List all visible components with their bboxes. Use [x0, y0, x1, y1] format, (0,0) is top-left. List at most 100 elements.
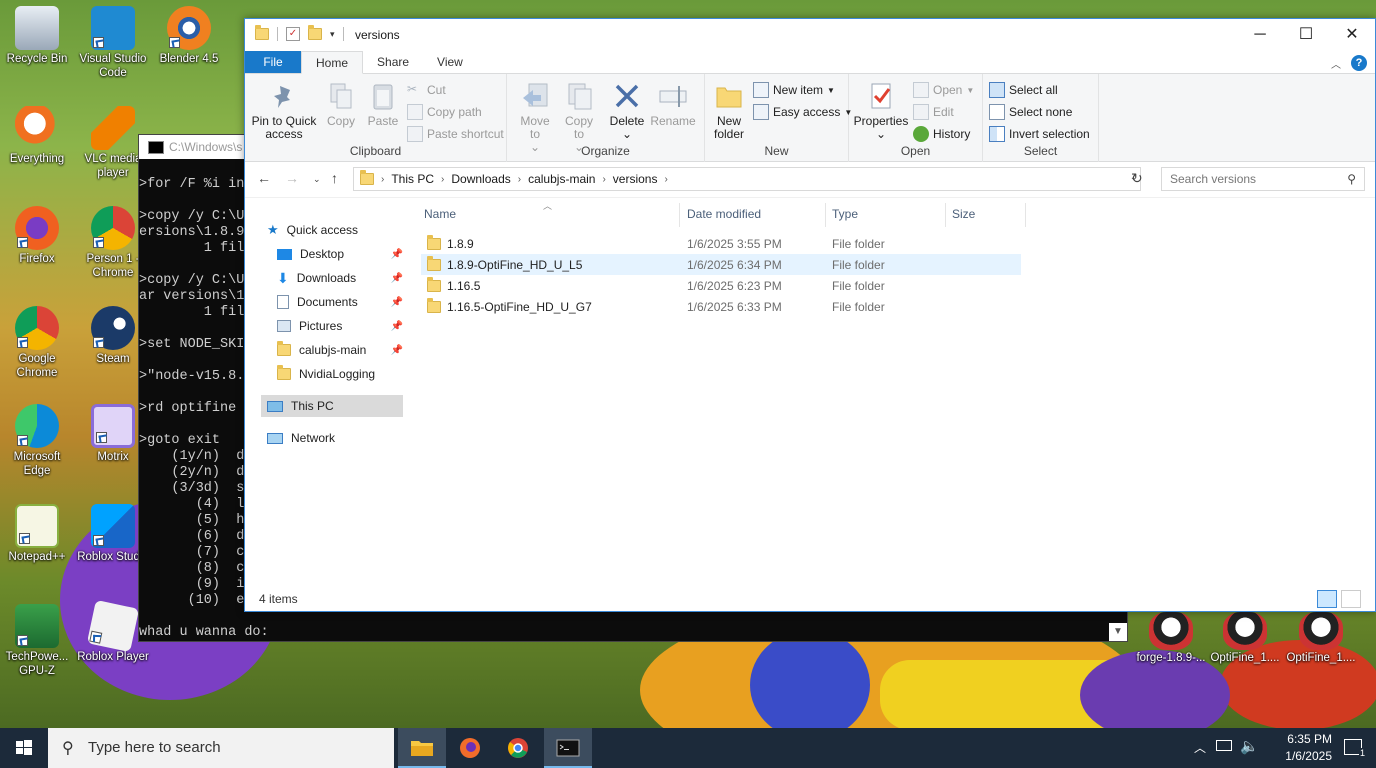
- nav-label: NvidiaLogging: [299, 367, 376, 381]
- table-row[interactable]: 1.8.9 1/6/2025 3:55 PM File folder: [421, 233, 1021, 254]
- copy-to-button[interactable]: Copy to ⌄: [559, 80, 599, 154]
- desktop-icon-firefox[interactable]: Firefox: [0, 206, 74, 266]
- recent-locations-icon[interactable]: ⌄: [313, 174, 321, 185]
- table-row[interactable]: 1.16.5 1/6/2025 6:23 PM File folder: [421, 275, 1021, 296]
- column-divider[interactable]: [679, 203, 680, 227]
- customize-qat-icon[interactable]: ▾: [330, 29, 335, 40]
- new-folder-qat-icon[interactable]: [308, 25, 322, 40]
- column-header-name[interactable]: Name: [424, 207, 456, 221]
- desktop-icon-forge-jar[interactable]: forge-1.8.9-...: [1134, 612, 1208, 664]
- minimize-button[interactable]: ─: [1237, 19, 1283, 51]
- tab-share[interactable]: Share: [363, 51, 423, 73]
- desktop-icon-blender[interactable]: Blender 4.5: [152, 6, 226, 66]
- nav-downloads[interactable]: ⬇ Downloads 📌: [277, 267, 403, 289]
- desktop-icon-chrome[interactable]: Google Chrome: [0, 306, 74, 380]
- refresh-icon[interactable]: ↻: [1131, 170, 1143, 187]
- move-to-button[interactable]: Move to ⌄: [515, 80, 555, 154]
- up-arrow-icon[interactable]: ↑: [331, 170, 338, 186]
- nav-quick-access[interactable]: ★ Quick access: [267, 219, 403, 241]
- taskbar-firefox[interactable]: [446, 728, 494, 768]
- nav-documents[interactable]: Documents 📌: [277, 291, 403, 313]
- table-row[interactable]: 1.16.5-OptiFine_HD_U_G7 1/6/2025 6:33 PM…: [421, 296, 1021, 317]
- properties-button[interactable]: Properties ⌄: [853, 80, 909, 141]
- column-divider[interactable]: [1025, 203, 1026, 227]
- easy-access-button[interactable]: Easy access ▼: [753, 104, 852, 120]
- history-button[interactable]: History: [913, 126, 970, 142]
- paste-shortcut-button[interactable]: Paste shortcut: [407, 126, 504, 142]
- details-view-icon[interactable]: [1317, 590, 1337, 608]
- maximize-button[interactable]: ☐: [1283, 19, 1329, 51]
- volume-muted-icon[interactable]: 🔈: [1240, 737, 1259, 755]
- desktop-icon-edge[interactable]: Microsoft Edge: [0, 404, 74, 478]
- nav-calubjs-main[interactable]: calubjs-main 📌: [277, 339, 403, 361]
- taskbar-search-box[interactable]: ⚲ Type here to search: [48, 728, 394, 768]
- taskbar-command-prompt[interactable]: [544, 728, 592, 768]
- search-input[interactable]: Search versions ⚲: [1161, 167, 1365, 191]
- desktop-icon-recycle-bin[interactable]: Recycle Bin: [0, 6, 74, 66]
- new-folder-button[interactable]: New folder: [709, 80, 749, 141]
- rename-button[interactable]: Rename: [649, 80, 697, 128]
- taskbar-chrome[interactable]: [494, 728, 542, 768]
- desktop-icon-gpuz[interactable]: TechPowe... GPU-Z: [0, 604, 74, 678]
- forward-arrow-icon[interactable]: →: [285, 170, 299, 186]
- open-button[interactable]: Open ▼: [913, 82, 974, 98]
- tab-view[interactable]: View: [423, 51, 477, 73]
- console-scroll-down-icon[interactable]: ▼: [1109, 623, 1127, 641]
- chevron-right-icon[interactable]: ›: [441, 174, 444, 185]
- nav-pictures[interactable]: Pictures 📌: [277, 315, 403, 337]
- toolbar-divider: [277, 27, 278, 41]
- tab-file[interactable]: File: [245, 51, 301, 73]
- breadcrumb-versions[interactable]: versions: [613, 172, 658, 186]
- start-button[interactable]: [0, 728, 48, 768]
- copy-button[interactable]: Copy: [321, 80, 361, 128]
- explorer-title-bar[interactable]: ✓ ▾ versions ─ ☐ ✕: [245, 19, 1375, 51]
- properties-qat-icon[interactable]: ✓: [286, 27, 300, 41]
- chevron-right-icon[interactable]: ›: [602, 174, 605, 185]
- file-explorer-window[interactable]: ✓ ▾ versions ─ ☐ ✕ File Home Share View …: [244, 18, 1376, 612]
- clock[interactable]: 6:35 PM 1/6/2025: [1262, 731, 1332, 765]
- table-row[interactable]: 1.8.9-OptiFine_HD_U_L5 1/6/2025 6:34 PM …: [421, 254, 1021, 275]
- desktop-icon-notepadpp[interactable]: Notepad++: [0, 504, 74, 564]
- nav-this-pc[interactable]: This PC: [261, 395, 403, 417]
- taskbar-file-explorer[interactable]: [398, 728, 446, 768]
- nav-network[interactable]: Network: [267, 427, 403, 449]
- edit-button[interactable]: Edit: [913, 104, 954, 120]
- ribbon-group-label: Clipboard: [349, 144, 402, 158]
- large-icons-view-icon[interactable]: [1341, 590, 1361, 608]
- delete-button[interactable]: Delete ⌄: [607, 80, 647, 141]
- help-icon[interactable]: ?: [1351, 55, 1367, 71]
- pin-to-quick-access-button[interactable]: Pin to Quick access: [251, 80, 317, 141]
- nav-desktop[interactable]: Desktop 📌: [277, 243, 403, 265]
- desktop-icon-vscode[interactable]: Visual Studio Code: [76, 6, 150, 80]
- paste-button[interactable]: Paste: [363, 80, 403, 128]
- desktop-icon-optifine-jar-1[interactable]: OptiFine_1....: [1208, 612, 1282, 664]
- nav-nvidialogging[interactable]: NvidiaLogging: [277, 363, 403, 385]
- desktop-icon-everything[interactable]: Everything: [0, 106, 74, 166]
- breadcrumb-calubjs-main[interactable]: calubjs-main: [528, 172, 595, 186]
- close-button[interactable]: ✕: [1329, 19, 1375, 51]
- copy-path-button[interactable]: Copy path: [407, 104, 482, 120]
- breadcrumb-downloads[interactable]: Downloads: [451, 172, 510, 186]
- collapse-ribbon-icon[interactable]: ︿: [1331, 56, 1341, 71]
- chevron-right-icon[interactable]: ›: [664, 174, 667, 185]
- select-none-button[interactable]: Select none: [989, 104, 1072, 120]
- column-header-type[interactable]: Type: [832, 207, 858, 221]
- address-bar[interactable]: › This PC › Downloads › calubjs-main › v…: [353, 167, 1141, 191]
- search-icon: ⚲: [62, 740, 74, 757]
- desktop-icon-optifine-jar-2[interactable]: OptiFine_1....: [1284, 612, 1358, 664]
- column-divider[interactable]: [945, 203, 946, 227]
- invert-selection-button[interactable]: Invert selection: [989, 126, 1090, 142]
- column-header-date[interactable]: Date modified: [687, 207, 761, 221]
- breadcrumb-this-pc[interactable]: This PC: [391, 172, 434, 186]
- chevron-right-icon[interactable]: ›: [518, 174, 521, 185]
- column-header-size[interactable]: Size: [952, 207, 975, 221]
- tab-home[interactable]: Home: [301, 51, 364, 74]
- cut-button[interactable]: ✂ Cut: [407, 82, 446, 98]
- new-item-button[interactable]: New item ▼: [753, 82, 835, 98]
- column-divider[interactable]: [825, 203, 826, 227]
- network-tray-icon[interactable]: [1216, 740, 1232, 751]
- select-all-button[interactable]: Select all: [989, 82, 1058, 98]
- show-hidden-icons-icon[interactable]: ︿: [1194, 739, 1206, 756]
- back-arrow-icon[interactable]: ←: [257, 170, 271, 186]
- chevron-right-icon[interactable]: ›: [381, 174, 384, 185]
